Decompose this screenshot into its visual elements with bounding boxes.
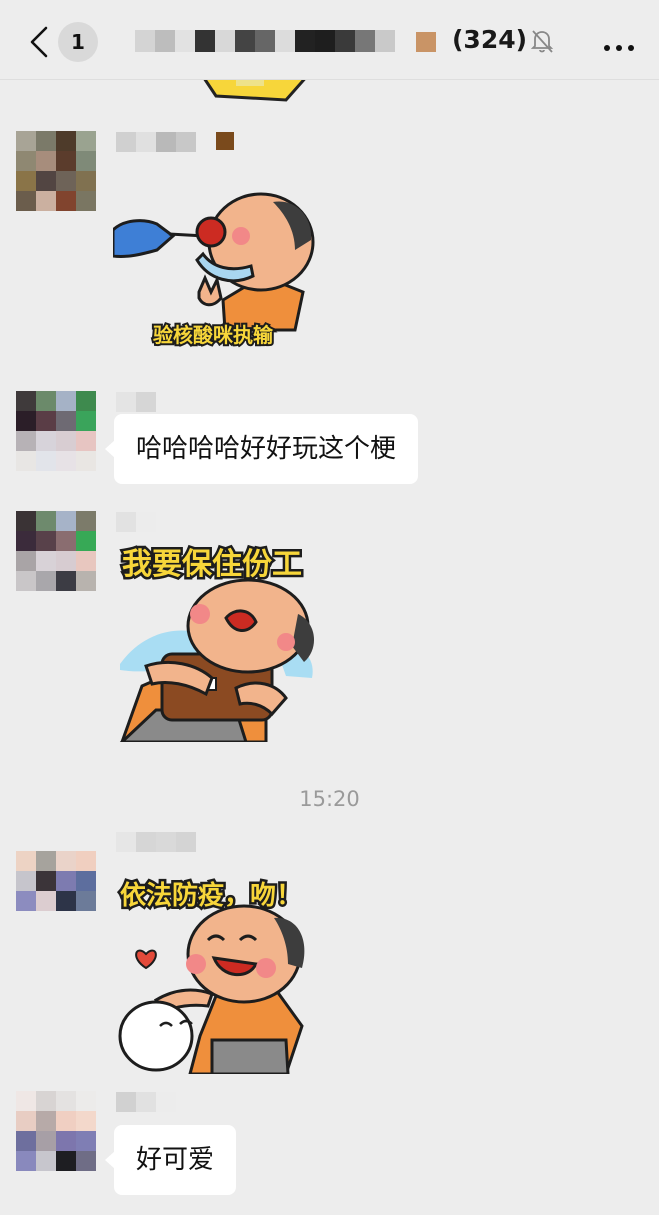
sender-name-redacted [116, 512, 156, 532]
chat-header: 1 (324) [0, 0, 659, 80]
avatar[interactable] [16, 1091, 96, 1171]
message-text: 好可爱 [136, 1145, 215, 1175]
chevron-left-icon [30, 26, 48, 58]
avatar[interactable] [16, 511, 96, 591]
avatar[interactable] [16, 131, 96, 211]
text-message-bubble[interactable]: 哈哈哈哈好好玩这个梗 [104, 414, 419, 484]
avatar[interactable] [16, 391, 96, 471]
sender-name-redacted [116, 392, 156, 412]
unread-count-badge[interactable]: 1 [58, 22, 98, 62]
sender-name-redacted [116, 1092, 176, 1112]
text-message-bubble[interactable]: 好可爱 [104, 1125, 237, 1195]
ellipsis-icon [604, 45, 610, 51]
sticker-message[interactable]: 我要保住份工 [116, 538, 326, 742]
group-name-redacted [135, 30, 395, 54]
timestamp: 15:20 [299, 787, 360, 811]
sticker-caption: 依法防疫，吻！ [120, 880, 302, 911]
avatar[interactable] [16, 851, 96, 931]
message-text: 哈哈哈哈好好玩这个梗 [136, 434, 397, 464]
sticker-caption: 验核酸咪执输 [153, 323, 274, 347]
more-options-button[interactable] [604, 36, 640, 51]
bell-slash-icon [530, 30, 554, 53]
sticker-message[interactable]: 依法防疫，吻！ [116, 860, 326, 1074]
sender-name-redacted [116, 832, 196, 852]
sender-name-redacted [116, 132, 234, 152]
sticker-caption: 我要保住份工 [122, 547, 302, 582]
group-name-emoji [416, 32, 436, 52]
sticker-message[interactable]: 验核酸咪执输 [113, 180, 323, 352]
back-button[interactable] [26, 24, 52, 60]
member-count: (324) [452, 25, 528, 54]
